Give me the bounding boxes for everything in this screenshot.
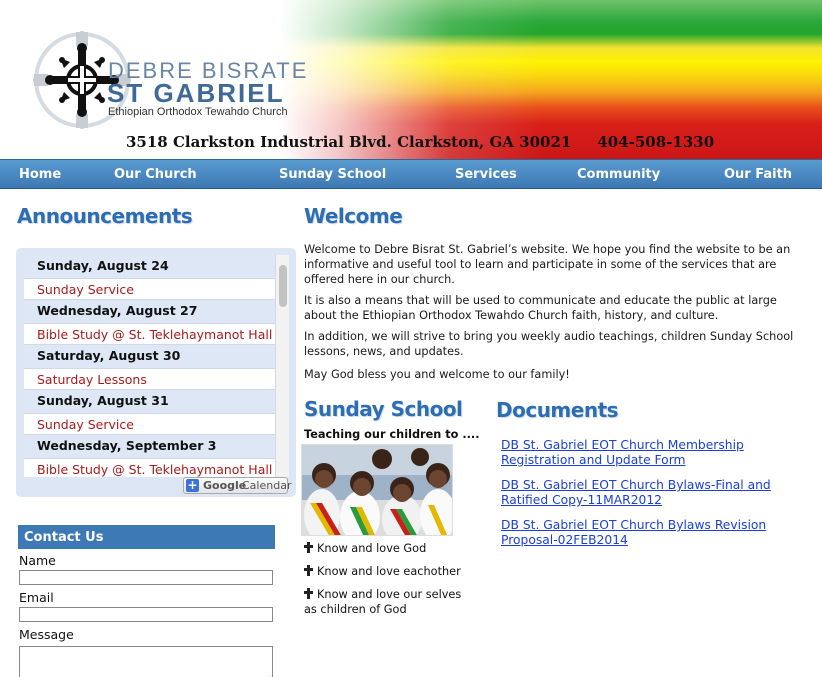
announcement-event[interactable]: Sunday Service (24, 277, 275, 300)
church-address: 3518 Clarkston Industrial Blvd. Clarksto… (126, 133, 572, 151)
goal-text: Know and love our selves (317, 588, 462, 601)
goal-text: Know and love eachother (317, 565, 461, 578)
welcome-paragraph-2: It is also a means that will be used to … (304, 294, 777, 322)
announcement-event[interactable]: Bible Study @ St. Teklehaymanot Hall (24, 322, 275, 345)
sunday-school-photo[interactable] (301, 444, 453, 536)
google-logo-text: Google (203, 479, 247, 492)
goal-text: Know and love God (317, 542, 427, 555)
announcements-heading: Announcements (17, 204, 193, 228)
message-field[interactable] (19, 646, 273, 677)
email-label: Email (19, 590, 54, 605)
message-label: Message (19, 627, 74, 642)
sunday-school-goal: Know and love our selves (304, 587, 461, 601)
brand-subtitle: Ethiopian Orthodox Tewahdo Church (108, 106, 288, 118)
main-nav: Home Our Church Sunday School Services C… (0, 159, 822, 189)
announcement-date: Wednesday, August 27 (24, 300, 275, 323)
document-link-bylaws-revision[interactable]: DB St. Gabriel EOT Church Bylaws Revisio… (501, 518, 786, 548)
announcement-event[interactable]: Saturday Lessons (24, 367, 275, 390)
nav-community[interactable]: Community (577, 167, 660, 182)
brand-name-line2[interactable]: ST GABRIEL (107, 78, 284, 109)
document-link-bylaws-final[interactable]: DB St. Gabriel EOT Church Bylaws-Final a… (501, 478, 786, 508)
sunday-school-tagline: Teaching our children to .... (304, 428, 480, 441)
announcement-date: Wednesday, September 3 (24, 435, 275, 458)
announcement-event[interactable]: Sunday Service (24, 412, 275, 435)
announcement-date: Saturday, August 30 (24, 345, 275, 368)
plus-icon: + (186, 478, 199, 492)
documents-heading: Documents (496, 398, 619, 422)
cross-bullet-icon (304, 588, 313, 599)
name-field[interactable] (19, 570, 273, 585)
name-label: Name (19, 553, 56, 568)
google-calendar-button[interactable]: + Google Calendar (183, 477, 292, 494)
nav-our-faith[interactable]: Our Faith (724, 167, 792, 182)
nav-sunday-school[interactable]: Sunday School (279, 167, 386, 182)
announcement-list[interactable]: Sunday, August 24 Sunday Service Wednesd… (24, 255, 275, 477)
welcome-paragraph-1: Welcome to Debre Bisrat St. Gabriel’s we… (304, 243, 791, 286)
announcement-scrollbar[interactable] (275, 255, 289, 477)
church-phone: 404-508-1330 (597, 133, 715, 151)
cross-bullet-icon (304, 542, 313, 553)
scrollbar-thumb[interactable] (279, 265, 287, 307)
welcome-paragraph-3: In addition, we will strive to bring you… (304, 330, 794, 358)
contact-us-heading: Contact Us (18, 525, 275, 549)
welcome-paragraph-4: May God bless you and welcome to our fam… (304, 368, 570, 381)
announcements-calendar: Sunday, August 24 Sunday Service Wednesd… (16, 248, 296, 497)
sunday-school-goal: Know and love eachother (304, 564, 461, 578)
email-field[interactable] (19, 607, 273, 622)
announcement-date: Sunday, August 24 (24, 255, 275, 278)
nav-services[interactable]: Services (455, 167, 517, 182)
announcement-event[interactable]: Bible Study @ St. Teklehaymanot Hall (24, 457, 275, 477)
cross-bullet-icon (304, 565, 313, 576)
nav-home[interactable]: Home (19, 167, 61, 182)
document-link-membership-form[interactable]: DB St. Gabriel EOT Church Membership Reg… (501, 438, 786, 468)
calendar-label: Calendar (242, 479, 292, 492)
site-header: DEBRE BISRATE ST GABRIEL Ethiopian Ortho… (0, 0, 822, 159)
announcement-date: Sunday, August 31 (24, 390, 275, 413)
sunday-school-heading: Sunday School (304, 397, 463, 421)
nav-our-church[interactable]: Our Church (114, 167, 197, 182)
sunday-school-goal: Know and love God (304, 541, 426, 555)
goal-text-continued: as children of God (304, 603, 407, 616)
welcome-heading: Welcome (304, 204, 403, 228)
church-address-line: 3518 Clarkston Industrial Blvd. Clarksto… (126, 133, 714, 151)
